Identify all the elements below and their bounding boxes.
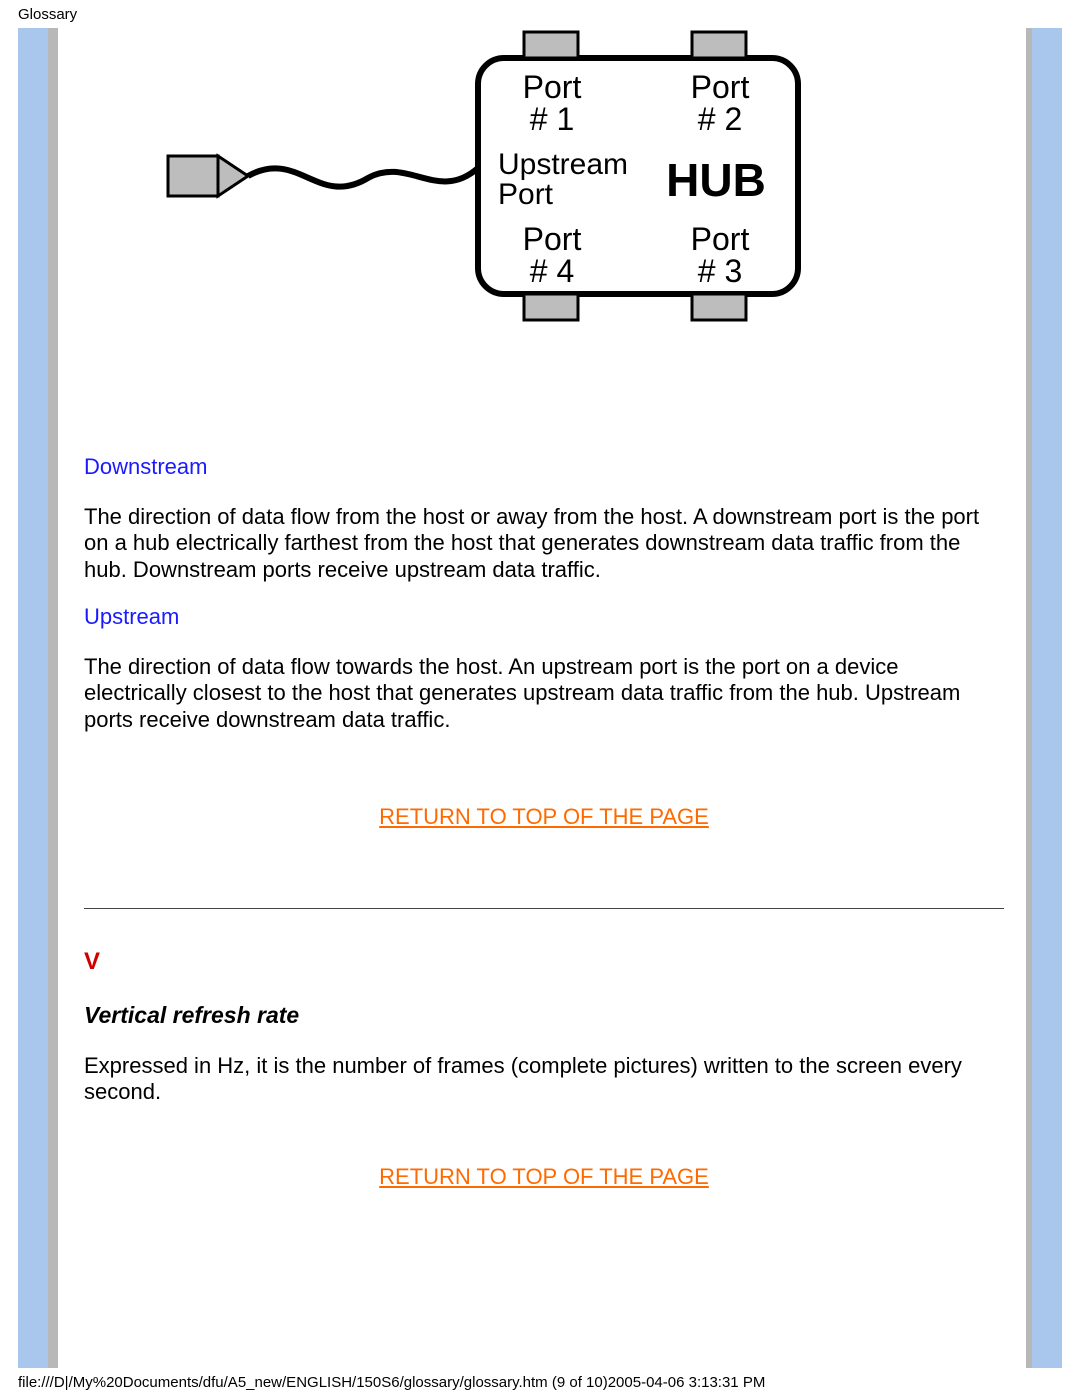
- term-downstream: Downstream: [84, 454, 1004, 480]
- svg-text:HUB: HUB: [666, 154, 766, 206]
- svg-text:Port: Port: [523, 69, 582, 105]
- vertical-refresh-body: Expressed in Hz, it is the number of fra…: [84, 1053, 1004, 1106]
- svg-text:Upstream: Upstream: [498, 148, 628, 181]
- term-upstream: Upstream: [84, 604, 1004, 630]
- left-border-stripe: [48, 28, 58, 1368]
- page-header: Glossary: [18, 6, 77, 23]
- downstream-body: The direction of data flow from the host…: [84, 504, 1004, 583]
- downstream-section: Downstream The direction of data flow fr…: [84, 454, 1004, 607]
- divider-wrap: [84, 908, 1004, 939]
- vertical-refresh-heading: Vertical refresh rate: [84, 1002, 1004, 1029]
- upstream-body: The direction of data flow towards the h…: [84, 654, 1004, 733]
- page-footer-path: file:///D|/My%20Documents/dfu/A5_new/ENG…: [18, 1374, 765, 1391]
- svg-text:Port: Port: [691, 221, 750, 257]
- page-body: Port # 1 Port # 2 Port # 4 Port # 3 Upst…: [48, 28, 1032, 1368]
- svg-text:# 3: # 3: [698, 253, 742, 289]
- right-border-stripe: [1026, 28, 1032, 1368]
- section-divider: [84, 908, 1004, 909]
- svg-text:Port: Port: [523, 221, 582, 257]
- return-to-top-link[interactable]: RETURN TO TOP OF THE PAGE: [84, 1164, 1004, 1190]
- svg-text:Port: Port: [691, 69, 750, 105]
- letter-v-heading: V: [84, 948, 1004, 976]
- svg-text:# 4: # 4: [530, 253, 574, 289]
- hub-diagram: Port # 1 Port # 2 Port # 4 Port # 3 Upst…: [108, 28, 848, 338]
- page-frame: Port # 1 Port # 2 Port # 4 Port # 3 Upst…: [18, 28, 1062, 1368]
- return-link-2-wrap: RETURN TO TOP OF THE PAGE: [84, 1164, 1004, 1190]
- v-section: V Vertical refresh rate Expressed in Hz,…: [84, 948, 1004, 1130]
- upstream-section: Upstream The direction of data flow towa…: [84, 604, 1004, 757]
- svg-text:Port: Port: [498, 178, 554, 211]
- svg-text:# 1: # 1: [530, 101, 574, 137]
- return-to-top-link[interactable]: RETURN TO TOP OF THE PAGE: [84, 804, 1004, 830]
- return-link-1-wrap: RETURN TO TOP OF THE PAGE: [84, 804, 1004, 830]
- svg-text:# 2: # 2: [698, 101, 742, 137]
